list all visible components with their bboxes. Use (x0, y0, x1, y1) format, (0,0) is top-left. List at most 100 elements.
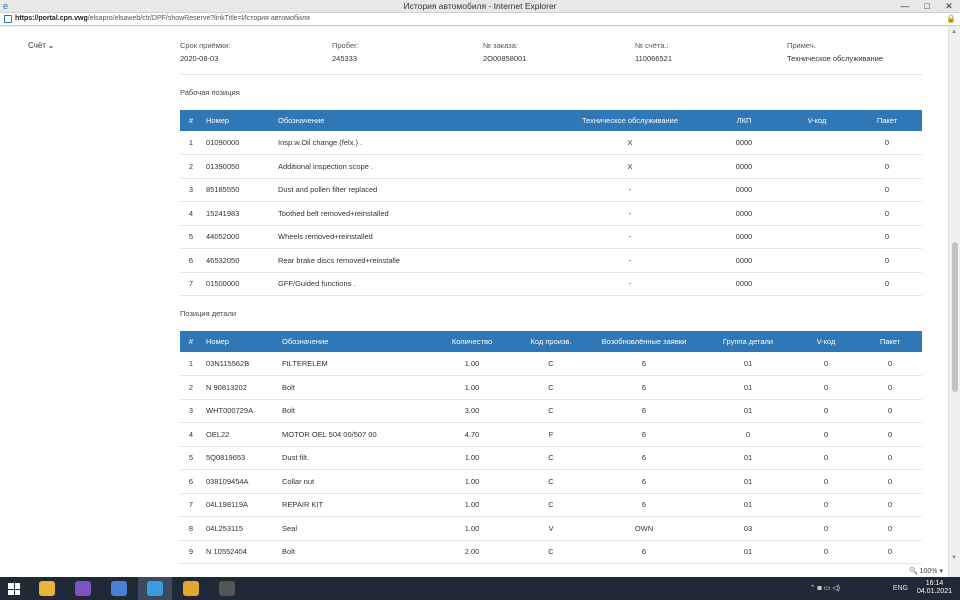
table-cell: N 10552404 (202, 540, 278, 564)
table-row[interactable]: 2N 90813202 Bolt 1.00 C 6 01 0 0 (180, 375, 922, 400)
zoom-level[interactable]: 🔍 100% ▾ (905, 567, 946, 575)
table-row[interactable]: 5 5Q0819653 Dust filt. 1.00 C 6 01 0 0 (180, 446, 922, 470)
table-row[interactable]: 6 038109454A Collar nut 1.00 C 6 01 0 0 (180, 469, 922, 494)
table-cell: 0000 (706, 272, 782, 296)
table-row[interactable]: 2 01390050 Additional inspection scope .X0… (180, 154, 922, 179)
table-cell: 3 (180, 178, 202, 202)
info-field-order-number: № заказа: 2O00858001 (483, 41, 526, 63)
account-toggle[interactable]: Счёт ⌄ (28, 41, 54, 50)
table-cell: WHT000729A (202, 399, 278, 423)
column-header: ЛКП (736, 116, 752, 125)
table-cell: 2 (180, 375, 202, 400)
info-field-note: Примеч. Техническое обслуживание (787, 41, 883, 63)
column-header: Номер (206, 337, 230, 346)
table-cell (782, 178, 852, 202)
vertical-scrollbar[interactable]: ▲ ▼ (948, 27, 960, 577)
scroll-up-icon[interactable]: ▲ (951, 29, 957, 35)
work-section-title: Рабочая позиция (180, 88, 240, 97)
tray-language[interactable]: ENG (893, 577, 908, 600)
table-cell: 03N115562B (202, 352, 278, 376)
table-cell: 5Q0819653 (202, 446, 278, 470)
table-cell: 0 (858, 352, 922, 376)
table-cell: C (516, 540, 586, 564)
lock-icon[interactable]: 🔒 (946, 14, 956, 23)
table-cell: 0 (858, 399, 922, 423)
table-cell: 6 (586, 375, 702, 400)
scroll-down-icon[interactable]: ▼ (951, 555, 957, 561)
table-row[interactable]: 3 85185550 Dust and pollen filter replaced… (180, 178, 922, 202)
clock-time: 16:14 (925, 580, 944, 587)
table-cell: 0 (858, 446, 922, 470)
table-cell: 01 (702, 540, 794, 564)
table-cell: C (516, 446, 586, 470)
table-cell (782, 201, 852, 226)
table-row[interactable]: 4 15241983 Toothed belt removed+reinstalle… (180, 201, 922, 226)
taskbar-app[interactable] (30, 577, 64, 600)
clock[interactable]: 16:14 04.01.2021 (917, 580, 952, 596)
table-cell: 0 (794, 399, 858, 423)
column-header: Количество (451, 337, 493, 346)
table-cell: 0 (858, 469, 922, 494)
table-cell: - (554, 225, 706, 249)
table-cell: 7 (180, 493, 202, 517)
column-header: Номер (206, 116, 230, 125)
taskbar-app[interactable] (102, 577, 136, 600)
page-content: Счёт ⌄ Срок приёмки: 2020-08-03 Пробег: 2… (0, 27, 948, 577)
chrome-icon (183, 581, 199, 596)
table-cell: C (516, 399, 586, 423)
table-cell: 0 (794, 352, 858, 376)
url-text[interactable]: https://portal.cpn.vwg/elsapro/elsaweb/c… (15, 15, 310, 22)
table-row[interactable]: 3 WHT000729A Bolt 3.00 C 6 01 0 0 (180, 399, 922, 423)
internet-explorer-icon (147, 581, 163, 596)
start-button[interactable] (0, 577, 34, 600)
table-row[interactable]: 4 OEL22 MOTOR OEL 504 00/507 00 4.70 F 6 0 0 0 (180, 422, 922, 447)
info-field-invoice-number: № счёта.: 110066521 (635, 41, 672, 63)
table-row[interactable]: 1 01090000 Insp.w.Oil change (felx.) . X 000… (180, 131, 922, 155)
column-header: Возобновлённые заявки (601, 337, 687, 346)
taskbar-app[interactable] (66, 577, 100, 600)
table-row[interactable]: 7 04L198119A REPAIR KIT 1.00 C 6 01 0 0 (180, 493, 922, 517)
table-cell: 01 (702, 469, 794, 494)
work-positions-table: # Номер Обозначение Техническое обслуживани… (180, 110, 922, 296)
column-header: V-код (816, 337, 836, 346)
table-cell: 44052000 (202, 225, 274, 249)
table-cell: 6 (586, 540, 702, 564)
info-label: Пробег: (332, 41, 359, 50)
table-cell: 1.00 (428, 446, 516, 470)
tray-icons[interactable]: ⌃ ◙ ▭ ◁) (810, 577, 840, 600)
table-cell: 6 (586, 399, 702, 423)
table-cell: 1 (180, 131, 202, 155)
table-cell: 01 (702, 375, 794, 400)
table-row[interactable]: 5 44052000 Wheels removed+reinstalled -0000… (180, 225, 922, 249)
table-row[interactable]: 8 04L253115 Seal 1.00 V OWN 03 0 0 (180, 516, 922, 541)
table-cell: 1.00 (428, 375, 516, 400)
table-row[interactable]: 7 01500000 GFF/Guided functions . -0000 0 (180, 272, 922, 296)
scrollbar-thumb[interactable] (952, 242, 958, 392)
taskbar-app[interactable] (138, 577, 172, 600)
table-cell: Dust filt. (278, 446, 428, 470)
column-header: V-код (807, 116, 827, 125)
info-label: Примеч. (787, 41, 816, 50)
table-cell: 01 (702, 446, 794, 470)
info-label: № счёта.: (635, 41, 669, 50)
column-header: Техническое обслуживание (582, 116, 678, 125)
taskbar-app[interactable] (174, 577, 208, 600)
table-cell: 5 (180, 446, 202, 470)
address-bar[interactable]: https://portal.cpn.vwg/elsapro/elsaweb/c… (0, 13, 960, 26)
table-cell: X (554, 154, 706, 179)
table-cell: 1 (180, 352, 202, 376)
close-button[interactable]: ✕ (938, 0, 960, 13)
table-row[interactable]: 6 46532050 Rear brake discs removed+reinst… (180, 248, 922, 273)
table-row[interactable]: 1 03N115562B FILTERELEM 1.00 C 6 01 0 0 (180, 352, 922, 376)
taskbar: ⌃ ◙ ▭ ◁) ENG 16:14 04.01.2021 (0, 577, 960, 600)
maximize-button[interactable]: □ (916, 0, 938, 13)
table-row[interactable]: 9N 10552404 Bolt 2.00 C 6 01 0 0 (180, 540, 922, 564)
taskbar-app[interactable] (210, 577, 244, 600)
info-field-mileage: Пробег: 245333 (332, 41, 359, 63)
chevron-down-icon: ⌄ (47, 43, 54, 50)
table-cell: GFF/Guided functions . (274, 272, 554, 296)
table-cell: 0 (858, 493, 922, 517)
minimize-button[interactable]: — (894, 0, 916, 13)
page-icon (4, 15, 12, 23)
table-cell: 0000 (706, 248, 782, 273)
